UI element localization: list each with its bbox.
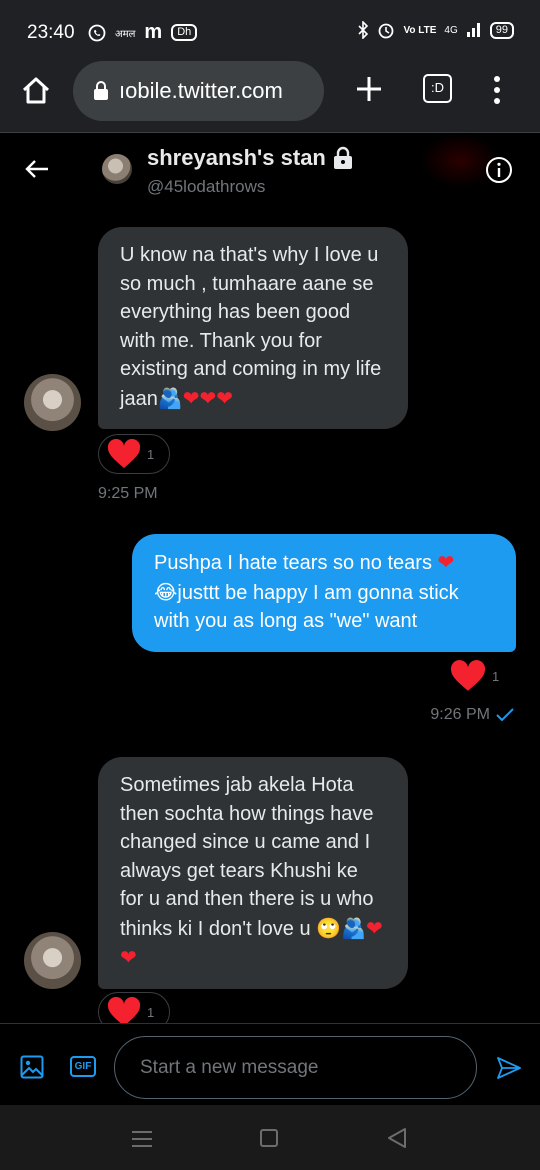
reaction-badge[interactable]: 1 [98, 434, 170, 474]
address-bar[interactable]: ıobile.twitter.com [73, 61, 324, 121]
notification-badge-3: Dh [171, 24, 198, 41]
avatar[interactable] [24, 932, 81, 989]
notification-badge-2: m [144, 21, 163, 43]
message-emoji: 🫂❤❤❤ [157, 385, 233, 410]
message-emoji: ❤ [437, 550, 455, 574]
message-emoji: 😂 [154, 579, 178, 604]
reaction-badge[interactable]: 1 [98, 992, 170, 1023]
overflow-menu-icon[interactable] [492, 75, 502, 105]
info-icon[interactable] [485, 156, 513, 184]
notification-badge-1: अमल [115, 28, 136, 40]
conversation-header: shreyansh's stan @45lodathrows [0, 133, 540, 208]
status-system-icons: Vo LTE 4G 99 [357, 21, 514, 39]
bluetooth-icon [358, 21, 369, 39]
message-bubble-outgoing[interactable]: Pushpa I hate tears so no tears ❤ 😂justtt… [132, 534, 516, 652]
message-text: Pushpa I hate tears so no tears [154, 552, 438, 574]
status-bar: 23:40 अमल m Dh Vo LTE 4G 99 [0, 0, 540, 58]
volte-indicator: Vo LTE [403, 24, 437, 36]
status-notification-icons: अमल m Dh [88, 21, 198, 44]
send-icon[interactable] [496, 1056, 522, 1080]
plus-icon[interactable] [354, 74, 384, 104]
signal-icon [466, 23, 480, 37]
message-text: justtt be happy I am gonna stick with yo… [154, 581, 459, 633]
browser-toolbar: ıobile.twitter.com :D [0, 58, 540, 133]
heart-icon [450, 660, 486, 691]
battery-indicator: 99 [489, 21, 514, 39]
recent-apps-icon[interactable] [131, 1130, 153, 1148]
back-nav-icon[interactable] [386, 1127, 408, 1149]
reaction-badge[interactable]: 1 [450, 660, 499, 692]
avatar[interactable] [24, 374, 81, 431]
gif-button[interactable]: GIF [70, 1056, 96, 1077]
reaction-count: 1 [147, 1004, 155, 1020]
lock-icon [333, 146, 352, 169]
reaction-count: 1 [147, 446, 155, 462]
message-time: 9:26 PM [430, 706, 490, 723]
message-timestamp: 9:26 PM [430, 706, 514, 724]
heart-icon [107, 439, 141, 468]
avatar[interactable] [102, 154, 132, 184]
conversation-title[interactable]: shreyansh's stan [147, 145, 354, 171]
lock-icon [94, 81, 108, 100]
reaction-count: 1 [492, 668, 500, 684]
home-icon[interactable] [20, 75, 52, 107]
url-text: ıobile.twitter.com [119, 78, 283, 103]
user-handle: @45lodathrows [147, 177, 266, 196]
message-input[interactable] [114, 1036, 477, 1099]
system-navigation-bar [0, 1105, 540, 1170]
tabs-button[interactable]: :D [423, 74, 452, 103]
media-icon[interactable] [20, 1055, 44, 1079]
message-timestamp: 9:25 PM [98, 485, 158, 502]
heart-icon [107, 997, 141, 1023]
alarm-icon [379, 23, 394, 39]
checkmark-icon [496, 708, 514, 722]
back-arrow-icon[interactable] [24, 156, 50, 182]
message-bubble-incoming[interactable]: Sometimes jab akela Hota then sochta how… [98, 757, 408, 989]
whatsapp-icon [88, 24, 106, 41]
home-nav-icon[interactable] [260, 1129, 278, 1147]
message-composer: GIF [0, 1023, 540, 1105]
display-name: shreyansh's stan [147, 145, 326, 170]
message-bubble-incoming[interactable]: U know na that's why I love u so much , … [98, 227, 408, 429]
network-type: 4G [444, 24, 458, 36]
status-time: 23:40 [27, 22, 75, 43]
message-list[interactable]: U know na that's why I love u so much , … [0, 208, 540, 1023]
